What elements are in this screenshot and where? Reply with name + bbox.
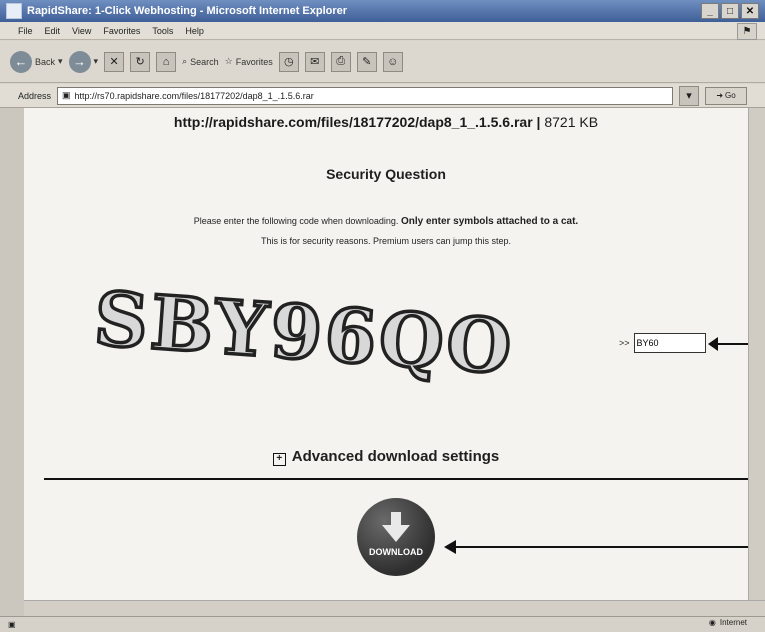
address-url: http://rs70.rapidshare.com/files/1817720…: [74, 90, 314, 101]
menu-bar: File Edit View Favorites Tools Help ⚑: [0, 22, 765, 40]
callout-arrow-line: [454, 546, 748, 548]
menu-view[interactable]: View: [72, 26, 91, 36]
dropdown-icon: ▾: [58, 56, 63, 66]
download-label: DOWNLOAD: [369, 547, 423, 557]
search-label: Search: [190, 56, 219, 67]
go-button[interactable]: ➜ Go: [705, 86, 748, 105]
callout-arrow-head: [708, 337, 718, 351]
captcha-text: SBY96QO: [94, 276, 514, 391]
advanced-settings-toggle[interactable]: + Advanced download settings: [24, 448, 748, 466]
window-title: RapidShare: 1-Click Webhosting - Microso…: [27, 5, 348, 17]
status-bar: ▣ ◉ Internet: [0, 616, 765, 632]
divider: [44, 478, 748, 480]
back-icon: ←: [10, 50, 32, 73]
instruction-line-1: Please enter the following code when dow…: [24, 216, 748, 227]
instruction-emphasis: Only enter symbols attached to a cat.: [400, 216, 579, 227]
address-label: Address: [18, 90, 52, 101]
search-icon: ⌕: [182, 56, 188, 66]
download-button[interactable]: DOWNLOAD: [357, 498, 435, 576]
address-dropdown-icon[interactable]: ▾: [679, 85, 700, 106]
go-label: Go: [725, 91, 736, 100]
callout-arrow-head: [444, 540, 456, 554]
windows-flag-icon: ⚑: [737, 23, 757, 40]
menu-help[interactable]: Help: [185, 26, 204, 36]
horizontal-scrollbar[interactable]: [24, 600, 765, 616]
maximize-button[interactable]: □: [721, 3, 739, 19]
instruction-text: Please enter the following code when dow…: [193, 216, 399, 226]
search-button[interactable]: ⌕ Search: [182, 56, 219, 67]
star-icon: ☆: [224, 56, 233, 66]
menu-edit[interactable]: Edit: [45, 26, 61, 36]
window-left-edge: [0, 108, 24, 616]
menu-favorites[interactable]: Favorites: [103, 26, 140, 36]
menu-tools[interactable]: Tools: [152, 26, 173, 36]
expand-icon: +: [272, 453, 286, 466]
page-icon: ▣: [62, 90, 71, 100]
refresh-icon[interactable]: ↻: [130, 51, 151, 72]
file-url: http://rapidshare.com/files/18177202/dap…: [173, 114, 533, 130]
entry-marker: >>: [619, 338, 630, 348]
address-bar: Address ▣ http://rs70.rapidshare.com/fil…: [0, 84, 765, 108]
window-title-bar: RapidShare: 1-Click Webhosting - Microso…: [0, 0, 765, 22]
close-button[interactable]: ✕: [741, 3, 759, 19]
security-zone: ◉ Internet: [709, 618, 747, 627]
download-arrow-icon: [382, 512, 410, 542]
address-input[interactable]: ▣ http://rs70.rapidshare.com/files/18177…: [57, 86, 674, 105]
forward-button[interactable]: → ▾: [68, 50, 99, 73]
instruction-line-2: This is for security reasons. Premium us…: [260, 236, 512, 246]
mail-icon[interactable]: ✉: [304, 51, 325, 72]
back-button[interactable]: ← Back ▾: [10, 50, 63, 73]
captcha-input[interactable]: [633, 333, 706, 353]
go-arrow-icon: ➜: [716, 91, 724, 100]
vertical-scrollbar[interactable]: [748, 108, 765, 600]
zone-label: Internet: [719, 618, 747, 627]
home-icon[interactable]: ⌂: [156, 51, 177, 72]
size-separator: |: [532, 114, 545, 130]
page-content: http://rapidshare.com/files/18177202/dap…: [24, 108, 748, 600]
forward-icon: →: [68, 50, 91, 73]
favorites-button[interactable]: ☆ Favorites: [225, 56, 273, 67]
standard-toolbar: ← Back ▾ → ▾ ✕ ↻ ⌂ ⌕ Search ☆ Favorites …: [0, 41, 765, 83]
menu-file[interactable]: File: [18, 26, 33, 36]
captcha-image: SBY96QO: [94, 274, 514, 393]
minimize-button[interactable]: _: [701, 3, 719, 19]
history-icon[interactable]: ◷: [278, 51, 299, 72]
file-size: 8721 KB: [544, 114, 599, 130]
status-page-icon: ▣: [8, 620, 16, 629]
advanced-label: Advanced download settings: [291, 448, 500, 465]
print-icon[interactable]: ⎙: [330, 51, 351, 72]
globe-icon: ◉: [708, 618, 716, 627]
security-question-title: Security Question: [326, 166, 446, 182]
back-label: Back: [35, 56, 56, 67]
messenger-icon[interactable]: ☺: [382, 51, 403, 72]
window-controls: _ □ ✕: [701, 3, 759, 19]
favorites-label: Favorites: [235, 56, 273, 67]
callout-arrow-line: [716, 343, 748, 345]
edit-icon[interactable]: ✎: [356, 51, 377, 72]
ie-icon: [6, 3, 22, 19]
file-header: http://rapidshare.com/files/18177202/dap…: [24, 114, 748, 130]
stop-icon[interactable]: ✕: [104, 51, 125, 72]
dropdown-icon: ▾: [93, 56, 99, 66]
